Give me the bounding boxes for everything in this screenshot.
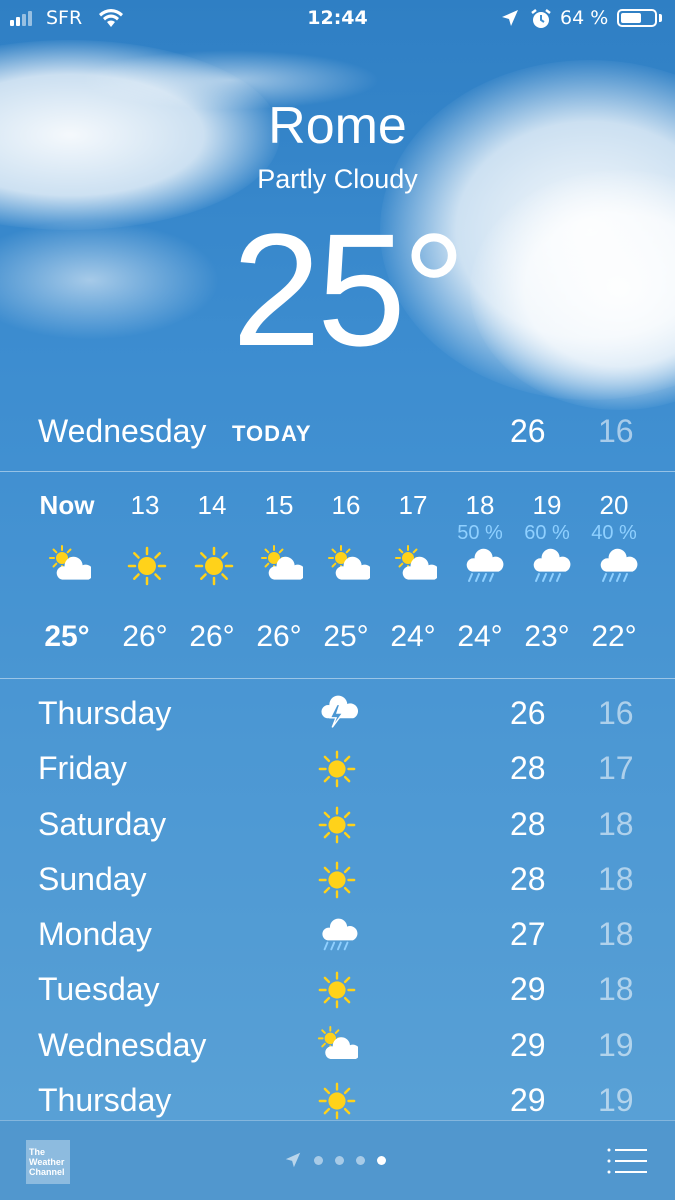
location-arrow-icon	[502, 10, 518, 26]
partly-cloudy-icon	[326, 544, 373, 588]
day-high: 26	[510, 695, 546, 731]
sun-icon	[316, 859, 358, 901]
daily-forecast-row: Friday 28 17	[0, 741, 675, 796]
battery-percentage: 64 %	[560, 7, 609, 29]
day-low: 18	[598, 860, 634, 897]
page-dot[interactable]	[377, 1155, 386, 1165]
partly-cloudy-icon	[316, 1025, 361, 1067]
hour-temperature: 25°	[44, 620, 90, 653]
sun-icon	[316, 748, 358, 790]
day-low: 17	[598, 750, 634, 787]
day-high: 29	[510, 971, 546, 1008]
daily-forecast-row: Sunday 28 18	[0, 852, 675, 907]
hourly-forecast[interactable]: Now 25° 13 26° 14 26° 15 26° 16 25° 17 24° 18 50 % 24°…	[0, 472, 675, 677]
rain-cloud-icon	[460, 544, 504, 588]
day-name: Wednesday	[38, 1026, 207, 1063]
today-day: Wednesday	[38, 413, 207, 449]
sun-icon	[192, 544, 236, 588]
page-dot[interactable]	[356, 1155, 365, 1165]
day-high: 27	[510, 916, 546, 953]
sun-icon	[316, 804, 358, 846]
partly-cloudy-icon	[47, 544, 94, 588]
day-low: 16	[598, 695, 634, 731]
day-name: Friday	[38, 750, 127, 787]
daily-forecast-row: Monday 27 18	[0, 907, 675, 962]
sun-icon	[316, 1080, 358, 1122]
today-summary: Wednesday TODAY 26 16	[0, 408, 675, 470]
rain-cloud-icon	[527, 544, 571, 588]
city-name: Rome	[268, 97, 407, 155]
day-low: 18	[598, 971, 634, 1008]
daily-forecast[interactable]: Thursday 26 16 Friday 28 17 Saturday 28 18 Sunday…	[0, 686, 675, 1128]
day-low: 19	[598, 1026, 634, 1063]
divider	[0, 678, 675, 679]
day-low: 19	[598, 1082, 634, 1119]
day-low: 18	[598, 916, 634, 953]
status-bar: SFR 12:44 64 %	[0, 0, 675, 38]
today-tag: TODAY	[232, 421, 312, 446]
partly-cloudy-icon	[393, 544, 440, 588]
page-dot[interactable]	[335, 1155, 344, 1165]
current-temperature: 25°	[232, 200, 466, 379]
day-high: 28	[510, 860, 546, 897]
day-high: 29	[510, 1082, 546, 1119]
rain-cloud-icon	[594, 544, 638, 588]
precipitation-chance: 40 %	[591, 522, 637, 544]
today-high: 26	[510, 413, 546, 449]
weather-channel-logo[interactable]: The Weather Channel	[26, 1140, 70, 1184]
hour-time: Now	[39, 490, 95, 520]
day-name: Saturday	[38, 805, 167, 842]
rain-cloud-icon	[316, 914, 358, 956]
sun-icon	[125, 544, 169, 588]
sun-icon	[316, 969, 358, 1011]
daily-forecast-row: Tuesday 29 18	[0, 962, 675, 1017]
day-name: Tuesday	[38, 971, 160, 1008]
battery-icon	[617, 9, 657, 27]
city-list-icon[interactable]	[606, 1147, 648, 1175]
day-high: 29	[510, 1026, 546, 1063]
day-high: 28	[510, 750, 546, 787]
location-arrow-icon	[285, 1152, 301, 1168]
thunderstorm-icon	[316, 693, 358, 735]
daily-forecast-row: Thursday 26 16	[0, 686, 675, 741]
hour-temperature: 22°	[591, 620, 637, 653]
alarm-clock-icon	[531, 9, 551, 28]
day-low: 18	[598, 805, 634, 842]
daily-forecast-row: Wednesday 29 19	[0, 1018, 675, 1073]
page-dot[interactable]	[314, 1155, 323, 1165]
day-name: Thursday	[38, 695, 172, 731]
page-indicator[interactable]	[284, 1151, 386, 1169]
day-name: Thursday	[38, 1082, 172, 1119]
today-low: 16	[598, 413, 634, 449]
partly-cloudy-icon	[259, 544, 306, 588]
bottom-toolbar: The Weather Channel	[0, 1120, 675, 1200]
day-name: Monday	[38, 916, 152, 953]
day-high: 28	[510, 805, 546, 842]
daily-forecast-row: Saturday 28 18	[0, 797, 675, 852]
day-name: Sunday	[38, 860, 147, 897]
weather-condition: Partly Cloudy	[257, 164, 418, 194]
hour-time: 20	[599, 490, 629, 520]
